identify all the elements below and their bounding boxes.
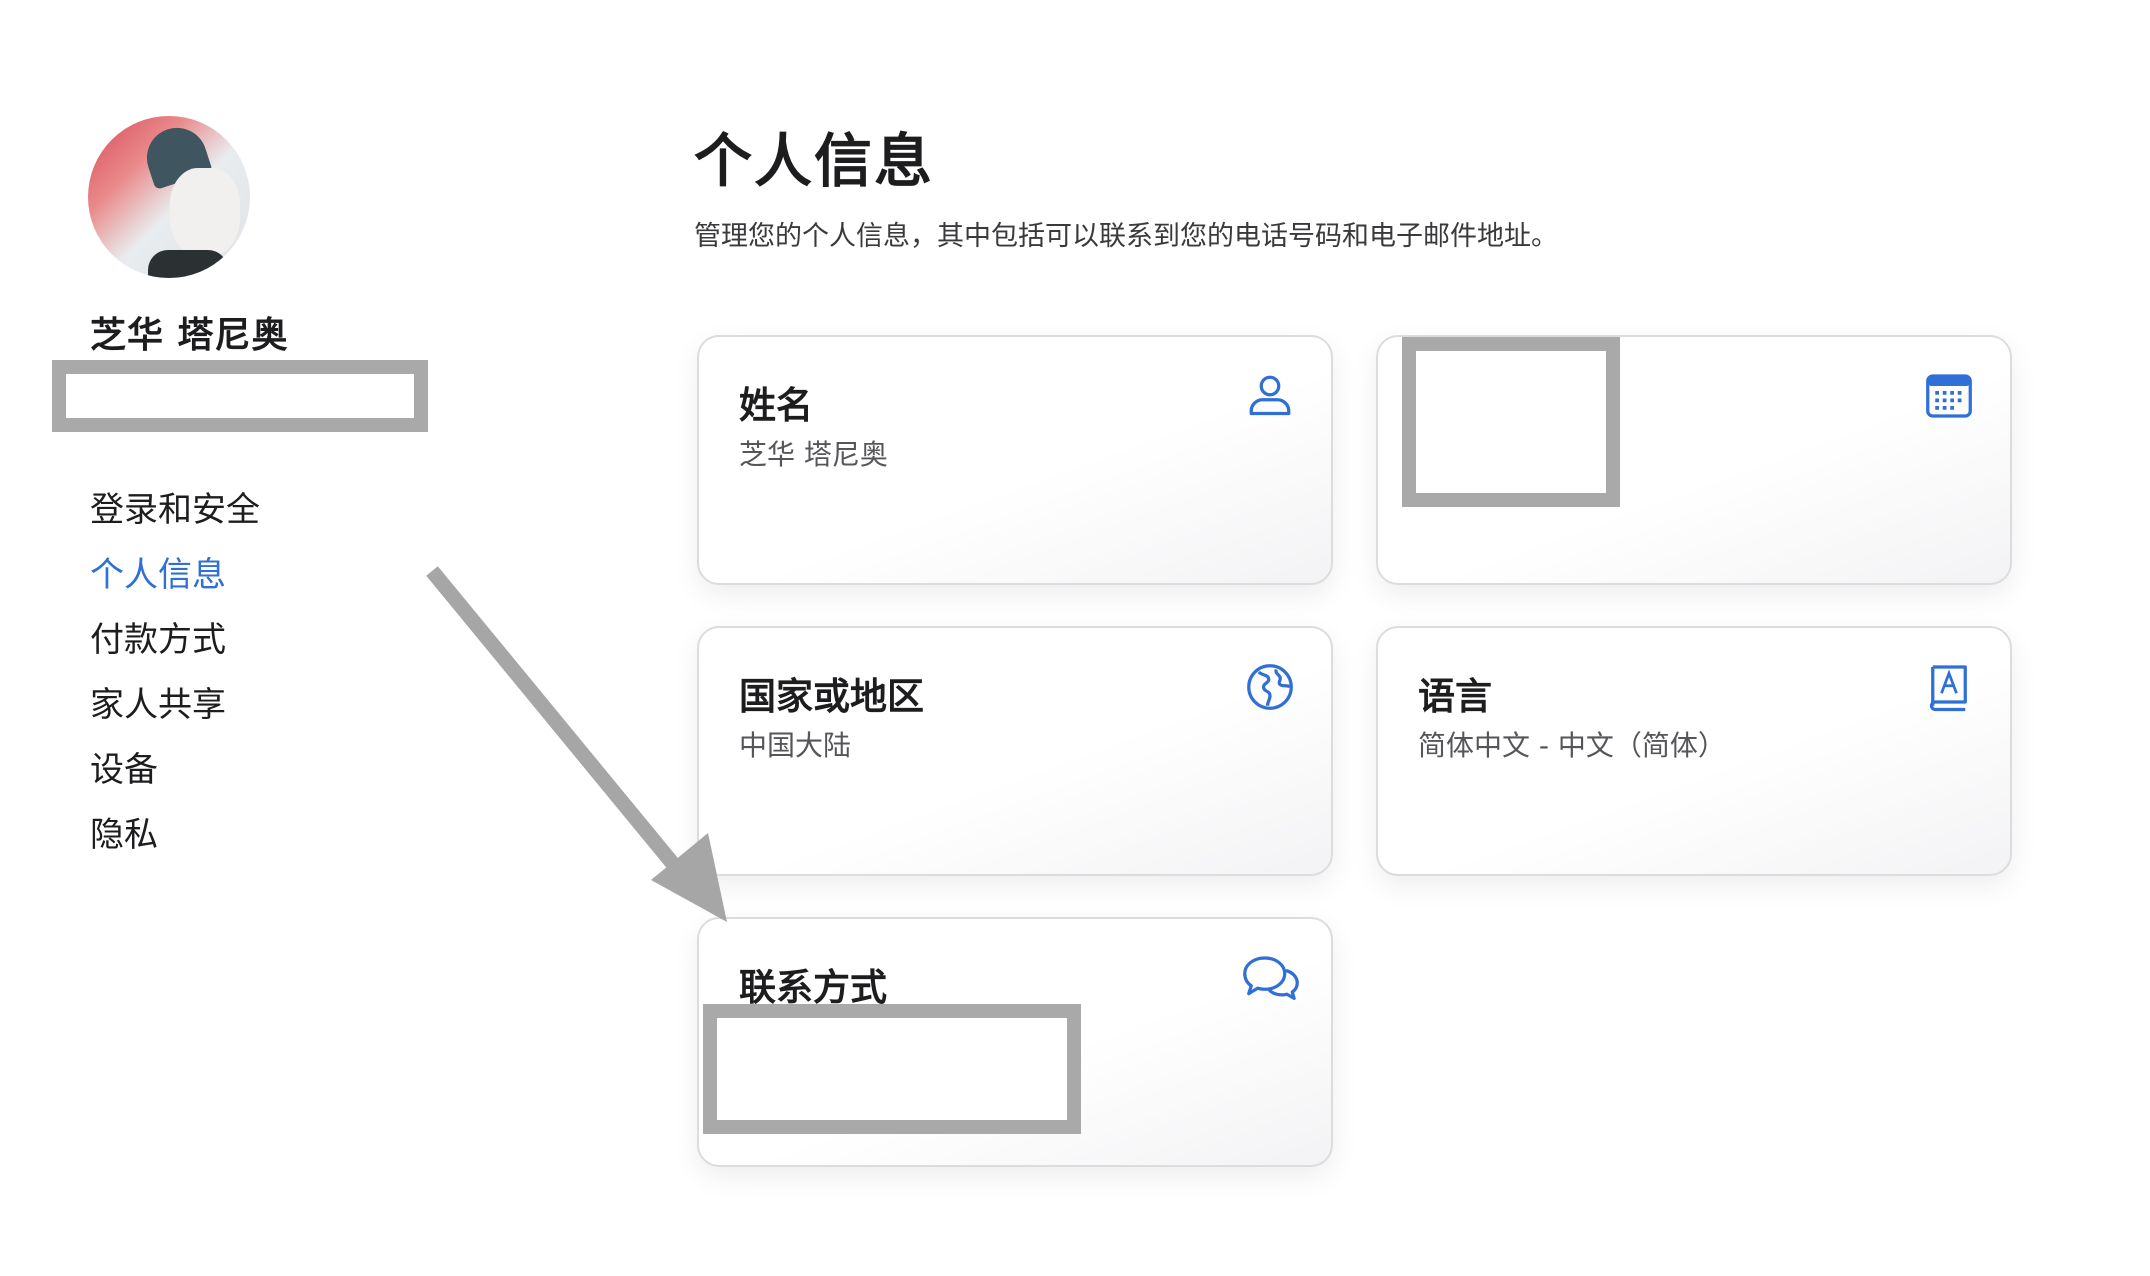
sidebar-item-sign-in-security[interactable]: 登录和安全 bbox=[90, 478, 260, 543]
country-card-title: 国家或地区 bbox=[739, 675, 924, 718]
contact-card-title: 联系方式 bbox=[739, 966, 887, 1009]
country-region-card[interactable]: 国家或地区 中国大陆 bbox=[697, 626, 1333, 876]
name-card-title: 姓名 bbox=[739, 384, 813, 427]
sidebar-item-family-sharing[interactable]: 家人共享 bbox=[90, 673, 260, 738]
sidebar-item-personal-info[interactable]: 个人信息 bbox=[90, 543, 260, 608]
language-card[interactable]: 语言 简体中文 - 中文（简体） bbox=[1376, 626, 2012, 876]
language-card-value: 简体中文 - 中文（简体） bbox=[1418, 729, 1726, 762]
page-title: 个人信息 bbox=[694, 127, 935, 195]
avatar[interactable] bbox=[88, 116, 250, 278]
user-name: 芝华 塔尼奥 bbox=[90, 315, 289, 356]
language-card-title: 语言 bbox=[1418, 675, 1492, 718]
sidebar-item-payment-methods[interactable]: 付款方式 bbox=[90, 608, 260, 673]
calendar-icon bbox=[1924, 371, 1974, 421]
name-card-value: 芝华 塔尼奥 bbox=[739, 438, 888, 471]
sidebar-item-devices[interactable]: 设备 bbox=[90, 738, 260, 803]
dictionary-icon bbox=[1924, 662, 1974, 712]
redacted-birthday-label bbox=[1402, 337, 1620, 507]
page-description: 管理您的个人信息，其中包括可以联系到您的电话号码和电子邮件地址。 bbox=[694, 221, 1558, 252]
redacted-contact-value bbox=[703, 1004, 1081, 1134]
name-card[interactable]: 姓名 芝华 塔尼奥 bbox=[697, 335, 1333, 585]
country-card-value: 中国大陆 bbox=[739, 729, 852, 762]
chat-bubbles-icon bbox=[1241, 953, 1301, 1003]
globe-icon bbox=[1245, 662, 1295, 712]
sidebar-nav: 登录和安全 个人信息 付款方式 家人共享 设备 隐私 bbox=[90, 478, 260, 868]
person-icon bbox=[1245, 371, 1295, 421]
redacted-email bbox=[52, 360, 428, 432]
sidebar-item-privacy[interactable]: 隐私 bbox=[90, 803, 260, 868]
